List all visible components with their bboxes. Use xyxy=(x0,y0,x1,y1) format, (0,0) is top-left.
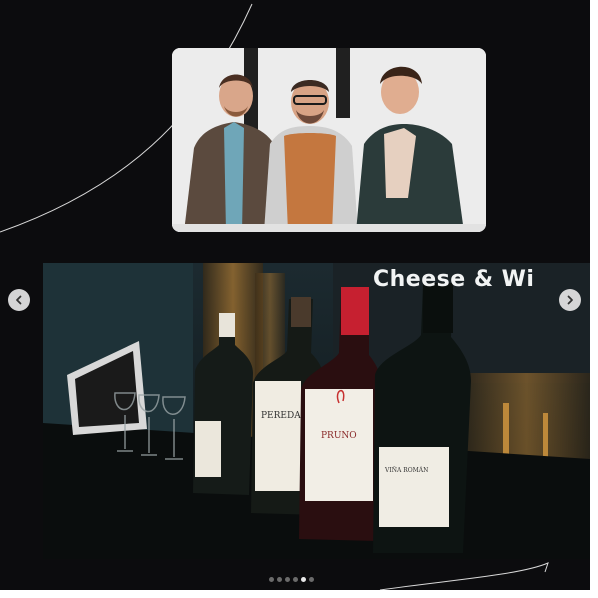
carousel-pagination xyxy=(269,577,314,582)
pagination-dot-active[interactable] xyxy=(301,577,306,582)
bottle-label-pereda: PEREDA xyxy=(261,411,301,421)
people-photo-icon xyxy=(172,48,486,232)
next-slide-button[interactable] xyxy=(559,289,581,311)
chevron-left-icon xyxy=(16,295,22,305)
gallery-section: Cheese & Wi PEREDA PRUNO VIÑA ROMÁN xyxy=(0,0,590,590)
chevron-right-icon xyxy=(567,295,573,305)
event-photo-wine[interactable]: Cheese & Wi PEREDA PRUNO VIÑA ROMÁN xyxy=(43,263,590,559)
pagination-dot[interactable] xyxy=(285,577,290,582)
pagination-dot[interactable] xyxy=(277,577,282,582)
previous-slide-button[interactable] xyxy=(8,289,30,311)
event-banner-text: Cheese & Wi xyxy=(373,267,535,292)
event-photo-guests[interactable] xyxy=(172,48,486,232)
bottle-label-vina-roman: VIÑA ROMÁN xyxy=(385,467,429,474)
pagination-dot[interactable] xyxy=(309,577,314,582)
page: Cheese & Wi PEREDA PRUNO VIÑA ROMÁN xyxy=(0,0,598,598)
wine-photo-icon xyxy=(43,263,590,559)
pagination-dot[interactable] xyxy=(293,577,298,582)
bottle-label-pruno: PRUNO xyxy=(321,431,357,441)
pagination-dot[interactable] xyxy=(269,577,274,582)
